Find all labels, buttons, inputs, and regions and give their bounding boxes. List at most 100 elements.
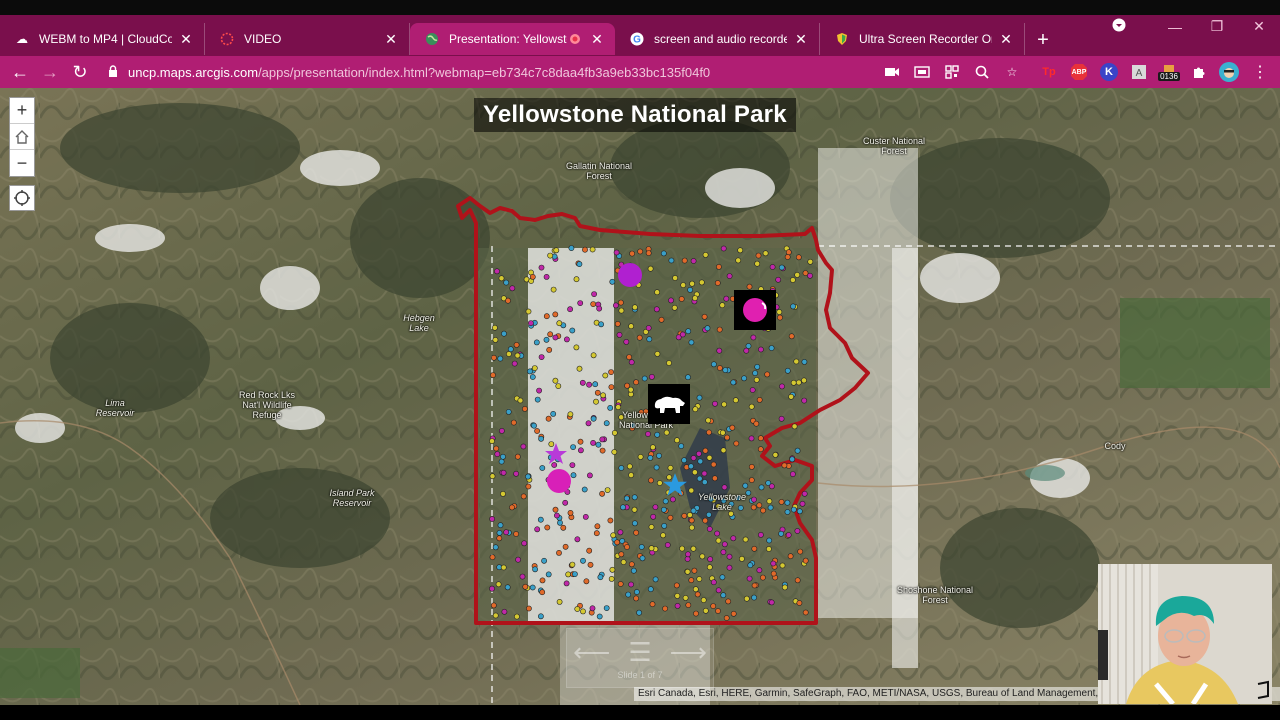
observation-point[interactable] [562, 499, 569, 506]
observation-point[interactable] [496, 529, 503, 536]
photo-marker-north[interactable] [734, 290, 776, 330]
observation-point[interactable] [600, 392, 606, 399]
observation-point[interactable] [531, 365, 538, 371]
observation-point[interactable] [685, 551, 691, 558]
observation-point[interactable] [795, 379, 802, 386]
observation-point[interactable] [730, 535, 737, 542]
observation-point[interactable] [496, 535, 503, 542]
observation-point[interactable] [760, 507, 766, 514]
observation-point[interactable] [639, 555, 646, 562]
observation-point[interactable] [720, 245, 727, 252]
observation-point[interactable] [568, 245, 575, 251]
observation-point[interactable] [747, 562, 754, 569]
observation-point[interactable] [513, 531, 519, 537]
large-point-marker[interactable] [617, 262, 643, 288]
observation-point[interactable] [726, 564, 733, 571]
zoom-icon[interactable] [970, 60, 994, 84]
observation-point[interactable] [721, 484, 728, 491]
observation-point[interactable] [760, 574, 766, 581]
observation-point[interactable] [779, 383, 785, 390]
observation-point[interactable] [498, 275, 505, 282]
observation-point[interactable] [756, 396, 763, 403]
observation-point[interactable] [685, 602, 692, 608]
observation-point[interactable] [602, 372, 609, 379]
puzzle-extensions-icon[interactable] [1187, 60, 1211, 84]
observation-point[interactable] [756, 502, 763, 509]
bear-photo-marker[interactable] [648, 384, 690, 424]
observation-point[interactable] [647, 454, 654, 461]
observation-point[interactable] [793, 358, 800, 365]
observation-point[interactable] [538, 264, 545, 271]
observation-point[interactable] [663, 429, 670, 436]
observation-point[interactable] [680, 282, 687, 288]
observation-point[interactable] [610, 532, 617, 539]
k-extension-icon[interactable]: K [1097, 60, 1121, 84]
observation-point[interactable] [589, 246, 596, 253]
observation-point[interactable] [498, 458, 505, 465]
observation-point[interactable] [594, 523, 601, 530]
observation-point[interactable] [608, 575, 615, 582]
observation-point[interactable] [685, 328, 692, 335]
observation-point[interactable] [769, 483, 775, 490]
observation-point[interactable] [758, 484, 765, 491]
observation-point[interactable] [632, 520, 638, 527]
observation-point[interactable] [725, 598, 732, 605]
observation-point[interactable] [716, 263, 722, 270]
observation-point[interactable] [525, 308, 532, 315]
new-tab-button[interactable]: + [1025, 24, 1061, 56]
observation-point[interactable] [586, 547, 593, 554]
observation-point[interactable] [490, 372, 496, 378]
observation-point[interactable] [766, 546, 772, 552]
observation-point[interactable] [720, 592, 727, 599]
observation-point[interactable] [794, 271, 801, 278]
observation-point[interactable] [579, 379, 586, 386]
observation-point[interactable] [653, 464, 660, 471]
observation-point[interactable] [546, 346, 553, 353]
observation-point[interactable] [555, 383, 562, 389]
observation-point[interactable] [748, 477, 755, 483]
observation-point[interactable] [712, 400, 718, 407]
observation-point[interactable] [576, 365, 583, 372]
observation-point[interactable] [607, 517, 614, 524]
observation-point[interactable] [522, 405, 528, 412]
observation-point[interactable] [702, 607, 709, 614]
observation-point[interactable] [757, 446, 764, 453]
observation-point[interactable] [492, 336, 499, 343]
observation-point[interactable] [631, 494, 638, 501]
observation-point[interactable] [667, 464, 674, 471]
tab-google-search[interactable]: G screen and audio recorder - Google ✕ [615, 23, 820, 55]
observation-point[interactable] [678, 296, 685, 302]
observation-point[interactable] [628, 472, 634, 478]
observation-point[interactable] [609, 566, 616, 573]
observation-point[interactable] [538, 354, 545, 360]
observation-point[interactable] [529, 374, 536, 380]
observation-point[interactable] [553, 247, 560, 254]
observation-point[interactable] [684, 556, 691, 562]
observation-point[interactable] [649, 601, 656, 608]
close-icon[interactable]: ✕ [383, 31, 399, 47]
observation-point[interactable] [591, 291, 597, 297]
observation-point[interactable] [647, 586, 654, 593]
observation-point[interactable] [672, 275, 678, 281]
observation-point[interactable] [762, 250, 769, 257]
observation-point[interactable] [611, 429, 618, 436]
observation-point[interactable] [754, 260, 761, 267]
observation-point[interactable] [776, 309, 783, 315]
observation-point[interactable] [592, 381, 599, 388]
observation-point[interactable] [733, 440, 740, 447]
observation-point[interactable] [547, 331, 554, 338]
observation-point[interactable] [696, 394, 703, 401]
observation-point[interactable] [617, 581, 624, 587]
observation-point[interactable] [726, 553, 733, 560]
observation-point[interactable] [519, 573, 526, 580]
observation-point[interactable] [528, 320, 534, 326]
previous-slide-button[interactable]: ⟵ [573, 637, 610, 668]
observation-point[interactable] [593, 530, 600, 537]
observation-point[interactable] [681, 457, 687, 464]
observation-point[interactable] [753, 376, 760, 383]
observation-point[interactable] [594, 389, 601, 396]
observation-point[interactable] [514, 613, 520, 620]
observation-point[interactable] [543, 313, 550, 320]
zoom-in-button[interactable]: + [10, 98, 34, 124]
observation-point[interactable] [545, 415, 552, 422]
